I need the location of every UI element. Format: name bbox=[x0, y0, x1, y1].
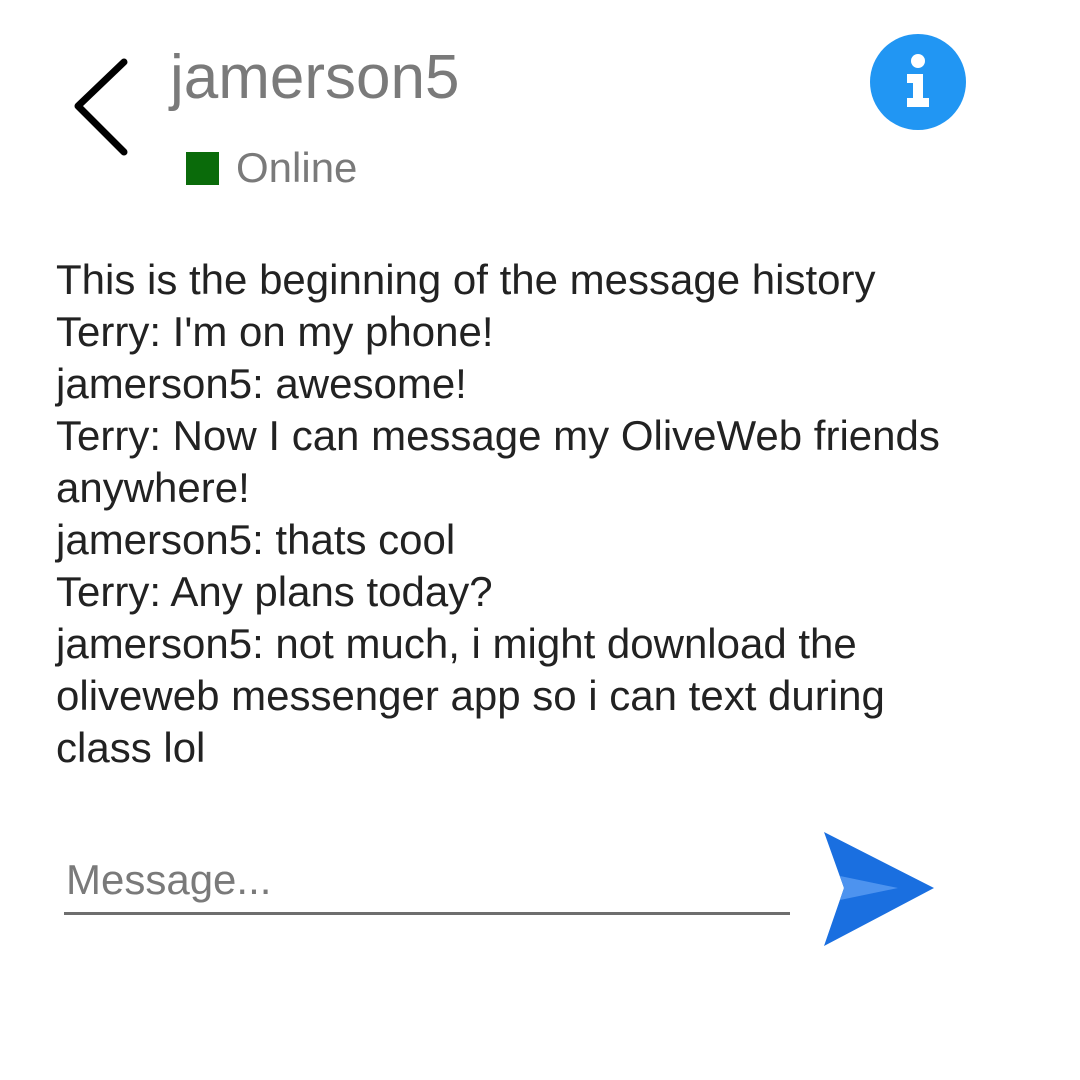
info-icon bbox=[907, 54, 929, 107]
chevron-left-icon bbox=[74, 58, 128, 156]
status-label: Online bbox=[236, 144, 358, 191]
online-indicator bbox=[186, 151, 219, 185]
message-line: Terry: I'm on my phone! bbox=[56, 308, 494, 355]
message-history: This is the beginning of the message his… bbox=[56, 254, 956, 774]
back-button[interactable] bbox=[68, 56, 136, 160]
history-intro: This is the beginning of the message his… bbox=[56, 256, 876, 303]
presence-status: Online bbox=[186, 146, 357, 190]
send-icon bbox=[824, 832, 934, 946]
message-line: jamerson5: not much, i might download th… bbox=[56, 620, 897, 771]
message-line: Terry: Any plans today? bbox=[56, 568, 493, 615]
message-line: jamerson5: awesome! bbox=[56, 360, 467, 407]
send-button[interactable] bbox=[818, 826, 940, 948]
info-button[interactable] bbox=[870, 34, 966, 130]
message-input[interactable] bbox=[64, 848, 790, 915]
message-line: Terry: Now I can message my OliveWeb fri… bbox=[56, 412, 952, 511]
contact-name: jamerson5 bbox=[170, 43, 460, 112]
message-line: jamerson5: thats cool bbox=[56, 516, 456, 563]
